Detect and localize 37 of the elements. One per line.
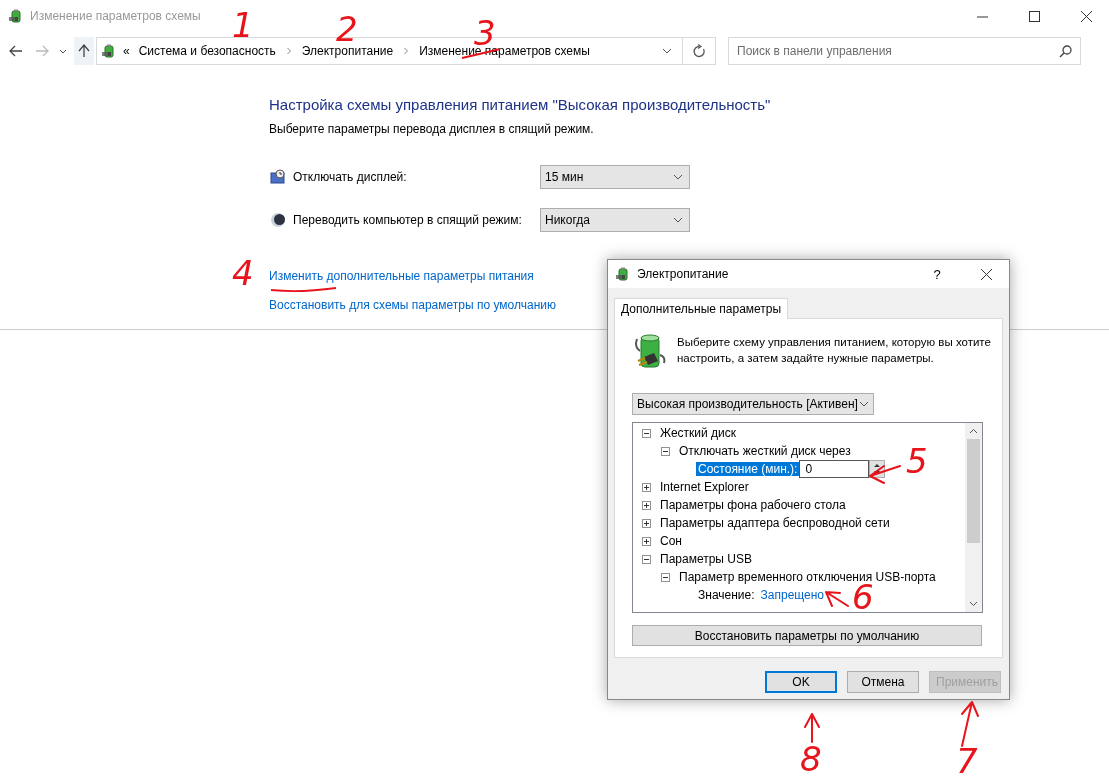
number-field[interactable]: 0 xyxy=(799,460,870,478)
breadcrumb[interactable]: Электропитание xyxy=(298,44,397,58)
dialog-button[interactable]: OK xyxy=(765,671,837,693)
annotation-number: 5 xyxy=(906,444,928,478)
annotation-number: 7 xyxy=(956,744,978,778)
tree-item[interactable]: Сон xyxy=(658,534,684,548)
setting-label: Отключать дисплей: xyxy=(293,170,408,184)
dropdown[interactable]: 15 мин xyxy=(540,165,690,189)
description-text: Выберите схему управления питанием, которую вы хотите настроить, а затем задайте нужные параметры. xyxy=(677,335,992,366)
annotation-number: 4 xyxy=(232,256,254,290)
link[interactable]: Восстановить для схемы параметры по умолчанию xyxy=(269,297,556,313)
tree-item[interactable]: Параметры фона рабочего стола xyxy=(658,498,848,512)
overflow-chevron[interactable]: « xyxy=(123,44,130,58)
window-title: Изменение параметров схемы xyxy=(30,9,202,23)
setting-value-link[interactable]: Запрещено xyxy=(760,588,825,602)
search-field[interactable]: Поиск в панели управления xyxy=(728,37,1081,65)
dialog-button[interactable]: Отмена xyxy=(847,671,919,693)
tree-item[interactable]: Параметры USB xyxy=(658,552,754,566)
tree-item[interactable]: Отключать жесткий диск через xyxy=(677,444,853,458)
dropdown[interactable]: Никогда xyxy=(540,208,690,232)
page-subtitle: Выберите параметры перевода дисплея в спящий режим. xyxy=(269,121,595,137)
setting-label: Значение: xyxy=(697,588,756,602)
tree-item[interactable]: Жесткий диск xyxy=(658,426,739,440)
restore-defaults-button[interactable]: Восстановить параметры по умолчанию xyxy=(632,625,982,646)
tree-item[interactable]: Параметры адаптера беспроводной сети xyxy=(658,516,892,530)
breadcrumb[interactable]: Система и безопасность xyxy=(135,44,279,58)
tree-item[interactable]: Internet Explorer xyxy=(658,480,751,494)
setting-label: Переводить компьютер в спящий режим: xyxy=(293,213,523,227)
page-heading: Настройка схемы управления питанием "Высокая производительность" xyxy=(269,95,772,115)
tab[interactable]: Дополнительные параметры xyxy=(614,298,789,319)
dialog-title: Электропитание xyxy=(637,267,730,281)
breadcrumb[interactable]: Изменение параметров схемы xyxy=(416,44,593,58)
setting-label[interactable]: Состояние (мин.): xyxy=(696,462,800,476)
help-button[interactable]: ? xyxy=(917,266,957,282)
annotation-number: 8 xyxy=(800,742,822,776)
link[interactable]: Изменить дополнительные параметры питания xyxy=(269,268,534,284)
plan-dropdown[interactable]: Высокая производительность [Активен] xyxy=(632,393,874,415)
